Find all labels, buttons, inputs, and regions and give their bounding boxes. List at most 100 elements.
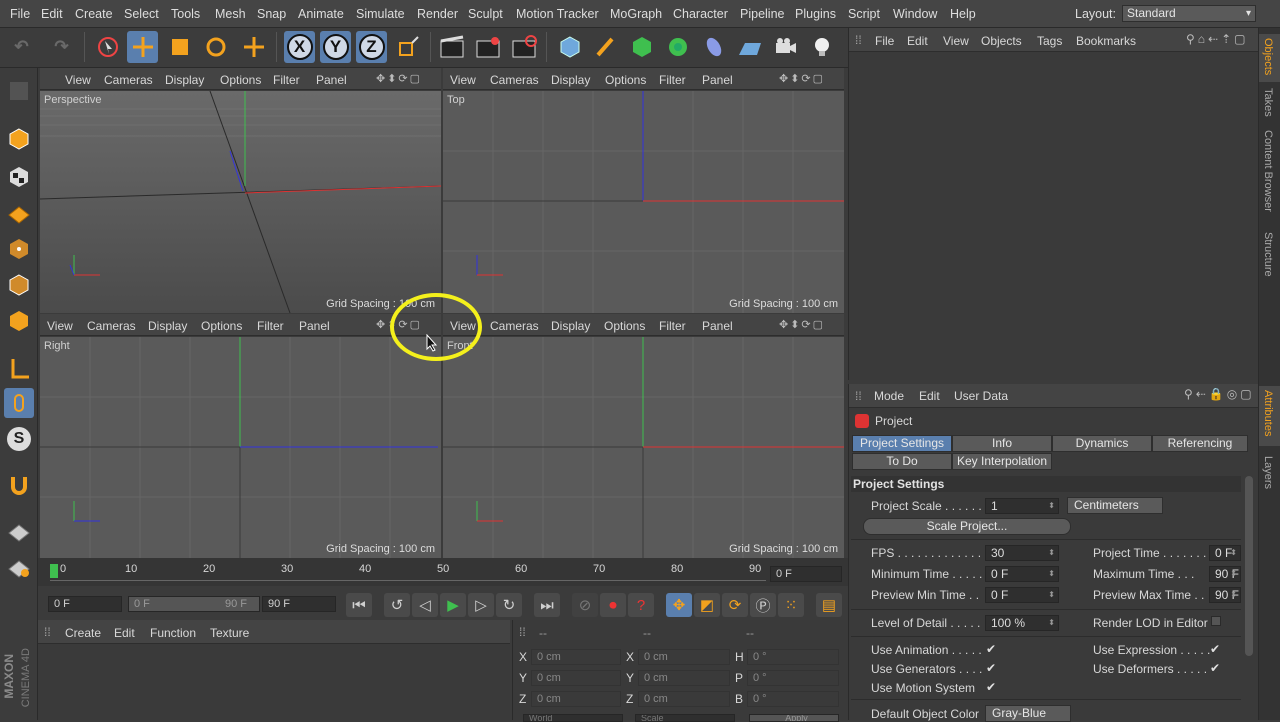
x-axis-lock-icon[interactable]: X (284, 31, 315, 63)
go-to-start-icon[interactable]: ⏮ (346, 593, 372, 617)
objmgr-tags-menu[interactable]: Tags (1037, 34, 1062, 48)
cameras-menu[interactable]: Cameras (87, 319, 136, 333)
preview-min-time-field[interactable]: 0 F (985, 587, 1059, 603)
panel-menu[interactable]: Panel (702, 73, 733, 87)
grip-icon[interactable]: ⁞⁞ (519, 625, 526, 639)
objmgr-bookmarks-menu[interactable]: Bookmarks (1076, 34, 1136, 48)
undo-icon[interactable]: ↶ (6, 31, 37, 63)
redo-icon[interactable]: ↷ (46, 31, 77, 63)
material-function-menu[interactable]: Function (150, 626, 196, 640)
rot-p-field[interactable]: 0 ° (747, 670, 839, 686)
menu-mograph[interactable]: MoGraph (610, 7, 662, 21)
attributes-tab[interactable]: Attributes (1262, 390, 1274, 436)
scale-project-button[interactable]: Scale Project... (863, 518, 1071, 535)
live-selection-icon[interactable] (92, 31, 123, 63)
points-mode-icon[interactable] (4, 234, 34, 264)
project-scale-unit-select[interactable]: Centimeters (1067, 497, 1163, 514)
world-select[interactable]: World (523, 714, 623, 722)
attr-nav-icons[interactable]: ⚲⇠🔒◎▢ (1184, 387, 1255, 401)
display-menu[interactable]: Display (165, 73, 204, 87)
options-menu[interactable]: Options (604, 319, 645, 333)
view-menu[interactable]: View (65, 73, 91, 87)
viewport-nav-icons[interactable]: ✥⬍⟳▢ (376, 72, 422, 85)
record-point-level-icon[interactable]: ⁙ (778, 593, 804, 617)
grip-icon[interactable]: ⁞⁞ (855, 33, 862, 47)
record-rotation-icon[interactable]: ⟳ (722, 593, 748, 617)
rotate-icon[interactable] (200, 31, 231, 63)
filter-menu[interactable]: Filter (273, 73, 300, 87)
size-y-field[interactable]: 0 cm (638, 670, 730, 686)
minimum-time-field[interactable]: 0 F (985, 566, 1059, 582)
grip-icon[interactable]: ⁞⁞ (855, 389, 862, 403)
apply-button[interactable]: Apply (749, 714, 839, 722)
preview-max-time-field[interactable]: 90 F (1209, 587, 1241, 603)
render-lod-checkbox[interactable] (1211, 616, 1221, 626)
cameras-menu[interactable]: Cameras (490, 73, 539, 87)
grip-icon[interactable]: ⁞⁞ (44, 625, 51, 639)
floor-icon[interactable] (734, 31, 765, 63)
pen-spline-icon[interactable] (590, 31, 621, 63)
timeline-playhead[interactable] (50, 564, 58, 578)
tab-to-do[interactable]: To Do (852, 453, 952, 470)
current-frame-field[interactable]: 0 F (770, 566, 842, 582)
material-texture-menu[interactable]: Texture (210, 626, 249, 640)
panel-menu[interactable]: Panel (299, 319, 330, 333)
next-key-icon[interactable]: ↻ (496, 593, 522, 617)
panel-menu[interactable]: Panel (702, 319, 733, 333)
record-position-icon[interactable]: ✥ (666, 593, 692, 617)
record-active-objects-icon[interactable]: ⊘ (572, 593, 598, 617)
filter-menu[interactable]: Filter (659, 73, 686, 87)
scheme-settings-icon[interactable]: ▤ (816, 593, 842, 617)
objmgr-edit-menu[interactable]: Edit (907, 34, 928, 48)
menu-animate[interactable]: Animate (298, 7, 344, 21)
render-to-picture-viewer-icon[interactable] (472, 31, 503, 63)
attr-userdata-menu[interactable]: User Data (954, 389, 1008, 403)
previous-key-icon[interactable]: ↺ (384, 593, 410, 617)
display-menu[interactable]: Display (148, 319, 187, 333)
options-menu[interactable]: Options (201, 319, 242, 333)
options-menu[interactable]: Options (605, 73, 646, 87)
menu-file[interactable]: File (10, 7, 30, 21)
move-icon[interactable] (127, 31, 158, 63)
content-browser-tab[interactable]: Content Browser (1262, 130, 1274, 212)
workplane-icon[interactable] (4, 198, 34, 228)
objmgr-file-menu[interactable]: File (875, 34, 894, 48)
use-motion-system-checkbox[interactable]: ✔ (986, 680, 996, 694)
solo-icon[interactable]: S (4, 424, 34, 454)
render-settings-icon[interactable] (508, 31, 539, 63)
objmgr-objects-menu[interactable]: Objects (981, 34, 1022, 48)
viewport-top[interactable]: Top Grid Spacing : 100 cm (443, 91, 844, 313)
material-edit-menu[interactable]: Edit (114, 626, 135, 640)
tab-referencing[interactable]: Referencing (1152, 435, 1248, 452)
objmgr-view-menu[interactable]: View (943, 34, 969, 48)
objects-tab[interactable]: Objects (1262, 38, 1274, 75)
viewport-perspective[interactable]: Perspective Grid Spacing : 100 cm (40, 91, 441, 313)
viewport-right[interactable]: Right Grid Spacing : 100 cm (40, 337, 441, 558)
menu-character[interactable]: Character (673, 7, 728, 21)
layers-tab[interactable]: Layers (1262, 456, 1274, 489)
previous-frame-icon[interactable]: ◁ (412, 593, 438, 617)
light-icon[interactable] (806, 31, 837, 63)
menu-sculpt[interactable]: Sculpt (468, 7, 503, 21)
texture-mode-icon[interactable] (4, 162, 34, 192)
default-object-color-select[interactable]: Gray-Blue (985, 705, 1071, 722)
panel-menu[interactable]: Panel (316, 73, 347, 87)
polygons-mode-icon[interactable] (4, 306, 34, 336)
structure-tab[interactable]: Structure (1262, 232, 1274, 277)
snap-icon[interactable] (4, 470, 34, 500)
camera-icon[interactable] (770, 31, 801, 63)
use-expression-checkbox[interactable]: ✔ (1210, 642, 1220, 656)
use-generators-checkbox[interactable]: ✔ (986, 661, 996, 675)
cameras-menu[interactable]: Cameras (490, 319, 539, 333)
project-time-field[interactable]: 0 F (1209, 545, 1241, 561)
y-axis-lock-icon[interactable]: Y (320, 31, 351, 63)
menu-edit[interactable]: Edit (41, 7, 63, 21)
viewport-nav-icons[interactable]: ✥⬍⟳▢ (779, 318, 825, 331)
tab-key-interpolation[interactable]: Key Interpolation (952, 453, 1052, 470)
tab-project-settings[interactable]: Project Settings (852, 435, 952, 452)
menu-script[interactable]: Script (848, 7, 880, 21)
pos-z-field[interactable]: 0 cm (531, 691, 621, 707)
menu-create[interactable]: Create (75, 7, 113, 21)
go-to-end-icon[interactable]: ⏭ (534, 593, 560, 617)
locked-workplane-icon[interactable] (4, 516, 34, 546)
